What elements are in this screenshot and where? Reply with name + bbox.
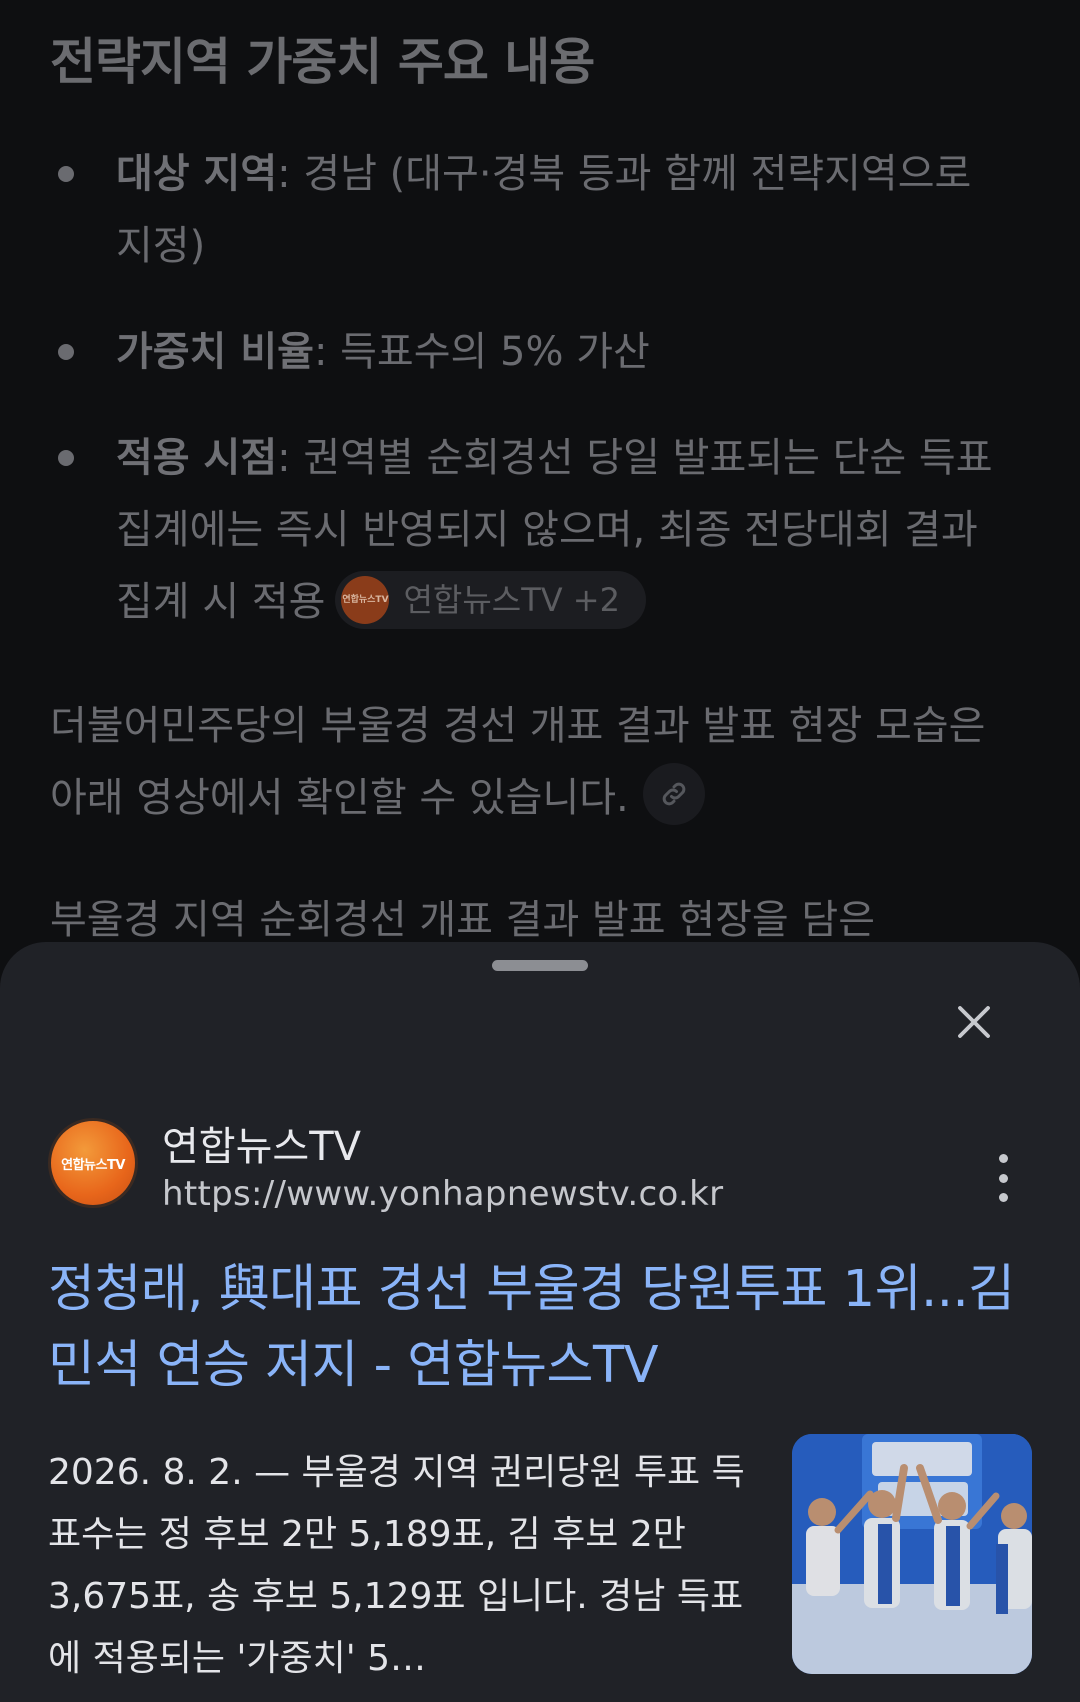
source-logo-text: 연합뉴스TV <box>61 1157 125 1173</box>
more-options-button[interactable] <box>988 1148 1018 1208</box>
bullet-dot <box>58 166 74 182</box>
bottom-sheet: 연합뉴스TV 연합뉴스TV https://www.yonhapnewstv.c… <box>0 942 1080 1702</box>
chip-label: 연합뉴스TV +2 <box>403 581 620 619</box>
source-row[interactable]: 연합뉴스TV 연합뉴스TV https://www.yonhapnewstv.c… <box>48 1118 1038 1218</box>
article-paragraph: 더불어민주당의 부울경 경선 개표 결과 발표 현장 모습은 아래 영상에서 확… <box>50 690 1030 834</box>
bullet-item-region: 대상 지역: 경남 (대구·경북 등과 함께 전략지역으로 지정) <box>50 138 1020 282</box>
close-icon <box>958 1006 990 1038</box>
close-button[interactable] <box>944 992 1004 1052</box>
source-logo: 연합뉴스TV <box>48 1118 138 1208</box>
more-vert-icon-dot <box>998 1193 1008 1202</box>
sheet-drag-handle[interactable] <box>492 960 588 971</box>
bullet-label: 대상 지역 <box>116 151 278 197</box>
more-vert-icon <box>998 1154 1008 1163</box>
bullet-text: : 득표수의 5% 가산 <box>313 329 650 375</box>
result-snippet: 2026. 8. 2. — 부울경 지역 권리당원 투표 득표수는 정 후보 2… <box>48 1452 745 1679</box>
source-url: https://www.yonhapnewstv.co.kr <box>162 1174 724 1214</box>
article-heading: 전략지역 가중치 주요 내용 <box>50 33 595 91</box>
app-root: 전략지역 가중치 주요 내용 대상 지역: 경남 (대구·경북 등과 함께 전략… <box>0 0 1080 1702</box>
source-chip[interactable]: 연합뉴스TV 연합뉴스TV +2 <box>335 571 646 629</box>
bullet-item-timing: 적용 시점: 권역별 순회경선 당일 발표되는 단순 득표 집계에는 즉시 반영… <box>50 422 1020 638</box>
chip-logo: 연합뉴스TV <box>341 576 390 624</box>
bullet-dot <box>58 344 74 360</box>
bullet-dot <box>58 450 74 466</box>
bullet-label: 가중치 비율 <box>116 329 314 375</box>
article-background: 전략지역 가중치 주요 내용 대상 지역: 경남 (대구·경북 등과 함께 전략… <box>0 0 1080 960</box>
thumbnail-image <box>792 1434 1032 1674</box>
bullet-label: 적용 시점 <box>116 435 278 481</box>
result-thumbnail[interactable] <box>792 1434 1032 1674</box>
paragraph-text: 더불어민주당의 부울경 경선 개표 결과 발표 현장 모습은 아래 영상에서 확… <box>50 703 986 821</box>
more-vert-icon-dot <box>998 1173 1008 1183</box>
bullet-item-ratio: 가중치 비율: 득표수의 5% 가산 <box>50 316 1020 388</box>
bullet-list: 대상 지역: 경남 (대구·경북 등과 함께 전략지역으로 지정) 가중치 비율… <box>50 138 1020 672</box>
link-icon[interactable] <box>642 763 705 825</box>
source-name: 연합뉴스TV <box>162 1124 361 1170</box>
result-title-link[interactable]: 정청래, 與대표 경선 부울경 당원투표 1위...김민석 연승 저지 - 연합… <box>48 1252 1038 1404</box>
